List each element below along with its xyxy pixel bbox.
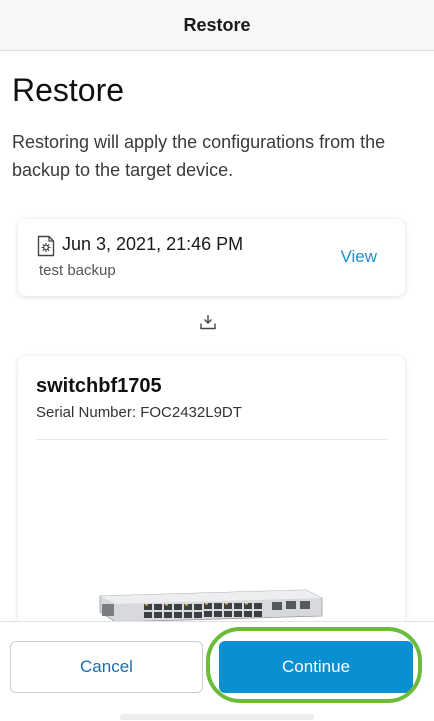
restore-arrow-icon [200,315,216,330]
backup-date: Jun 3, 2021, 21:46 PM [62,234,244,254]
cancel-button[interactable]: Cancel [10,641,203,693]
footer-bar: Cancel Continue [0,621,434,721]
top-bar: Restore [0,0,434,51]
continue-button[interactable]: Continue [219,641,413,693]
home-indicator [120,714,314,720]
device-name: switchbf1705 [36,375,162,397]
document-icon [37,235,55,257]
switch-device-image [99,589,323,622]
view-backup-link[interactable]: View [340,247,377,267]
device-card: switchbf1705 Serial Number: FOC2432L9DT [18,356,405,656]
divider [36,439,387,440]
page-title: Restore [12,72,125,108]
backup-name: test backup [39,262,116,279]
topbar-title: Restore [183,14,251,35]
serial-number: Serial Number: FOC2432L9DT [36,404,242,421]
backup-card: Jun 3, 2021, 21:46 PM test backup View [18,219,405,296]
page-description: Restoring will apply the configurations … [12,132,386,180]
